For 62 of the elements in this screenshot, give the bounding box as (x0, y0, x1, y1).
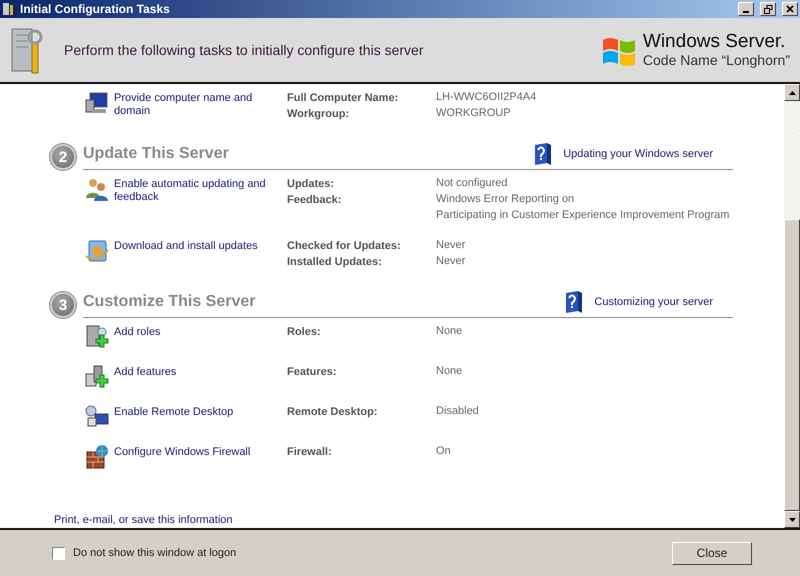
header-text: Perform the following tasks to initially configure this server (64, 42, 424, 58)
task-link[interactable]: Provide computer name and domain (114, 92, 287, 118)
detail-value: None (436, 325, 464, 338)
scroll-up-button[interactable] (784, 84, 800, 101)
detail-label: Feedback: (287, 193, 342, 208)
scroll-thumb[interactable] (784, 219, 800, 511)
scroll-down-button[interactable] (784, 511, 800, 528)
section-title: Update This Server (83, 145, 230, 163)
restore-button[interactable] (760, 2, 776, 16)
scrollbar[interactable] (784, 84, 800, 528)
detail-value: Windows Error Reporting on (436, 193, 576, 206)
help-link[interactable]: Customizing your server (564, 290, 713, 314)
detail-value: LH-WWC6OII2P4A4 (436, 91, 538, 104)
step-number: 3 (50, 292, 76, 318)
firewall-icon (84, 444, 110, 470)
detail-value: Never (436, 255, 466, 268)
task-link[interactable]: Add roles (114, 326, 287, 339)
update-icon (84, 238, 110, 264)
detail-label: Updates: (287, 177, 336, 192)
help-book-icon (533, 142, 554, 166)
close-icon (786, 5, 794, 13)
task-link[interactable]: Enable automatic updating and feedback (114, 178, 287, 204)
detail-label: Full Computer Name: (287, 91, 400, 106)
computer-icon (84, 90, 110, 116)
section-title: Customize This Server (83, 293, 256, 311)
server-plus-icon (84, 364, 110, 390)
detail-label: Features: (287, 365, 338, 380)
close-window-button[interactable] (782, 2, 798, 16)
detail-value: Participating in Customer Experience Improvement Program (436, 209, 730, 222)
detail-value: Disabled (436, 405, 480, 418)
people-icon (84, 176, 110, 202)
help-link[interactable]: Updating your Windows server (533, 142, 713, 166)
up-arrow-icon (788, 90, 796, 94)
task-link[interactable]: Download and install updates (114, 240, 287, 253)
detail-label: Workgroup: (287, 107, 350, 122)
down-arrow-icon (788, 518, 796, 522)
logo-title: Windows Server. (642, 32, 786, 52)
detail-value: WORKGROUP (436, 107, 512, 120)
detail-value: On (436, 445, 452, 458)
app-icon (2, 2, 16, 16)
step-number: 2 (50, 144, 76, 170)
detail-label: Checked for Updates: (287, 239, 402, 254)
help-book-icon (564, 290, 584, 314)
task-link[interactable]: Enable Remote Desktop (114, 406, 287, 419)
task-link[interactable]: Add features (114, 366, 287, 379)
server-plus-icon (84, 324, 110, 350)
window-title: Initial Configuration Tasks (20, 2, 171, 16)
checkbox-label[interactable]: Do not show this window at logon (73, 547, 672, 559)
detail-value: None (436, 365, 464, 378)
task-link[interactable]: Configure Windows Firewall (114, 446, 287, 459)
print-save-link[interactable]: Print, e-mail, or save this information (54, 514, 784, 526)
detail-label: Installed Updates: (287, 255, 383, 270)
close-button[interactable]: Close (672, 542, 752, 564)
detail-value: Not configured (436, 177, 509, 190)
detail-label: Firewall: (287, 445, 333, 460)
minimize-button[interactable] (738, 2, 754, 16)
detail-value: Never (436, 239, 466, 252)
detail-label: Remote Desktop: (287, 405, 378, 420)
logo-subtitle: Code Name “Longhorn” (642, 52, 790, 68)
checkbox[interactable] (52, 546, 65, 560)
detail-label: Roles: (287, 325, 322, 340)
restore-icon (764, 4, 772, 14)
